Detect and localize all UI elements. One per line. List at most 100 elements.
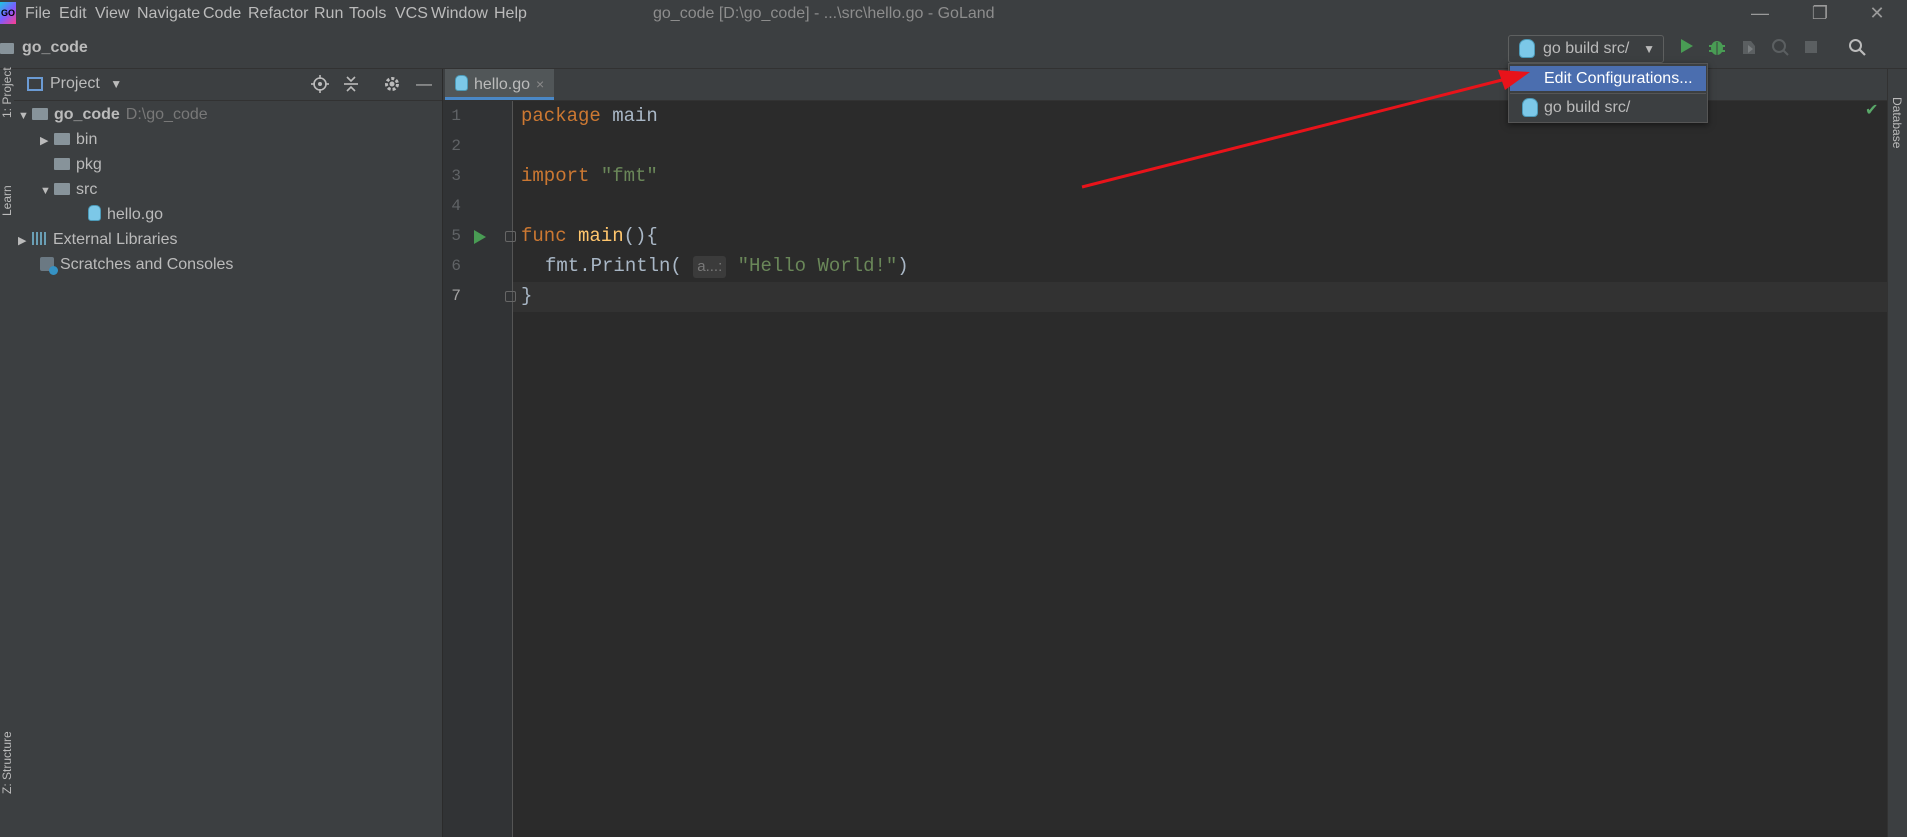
identifier: main xyxy=(600,105,658,127)
tab-learn[interactable]: Learn xyxy=(0,182,14,216)
folder-icon xyxy=(0,43,14,54)
tree-item-label: go_code xyxy=(54,106,120,123)
gear-icon[interactable] xyxy=(383,75,401,98)
chevron-down-icon: ▼ xyxy=(110,77,123,91)
keyword: import xyxy=(521,165,590,187)
close-button[interactable]: ✕ xyxy=(1857,0,1897,28)
project-view-icon xyxy=(27,77,43,91)
minimize-button[interactable]: — xyxy=(1740,0,1780,28)
run-configuration-dropdown: Edit Configurations... go build src/ xyxy=(1508,63,1708,123)
tab-structure[interactable]: Z: Structure xyxy=(0,731,14,794)
collapsed-arrow-icon: ▶ xyxy=(40,135,49,147)
tree-item-label: bin xyxy=(76,131,98,148)
fold-marker-icon[interactable] xyxy=(505,231,516,242)
code-line-7[interactable]: } xyxy=(521,281,532,311)
tree-item-pkg[interactable]: pkg xyxy=(54,152,102,177)
search-icon[interactable] xyxy=(1846,38,1868,60)
code-line-6[interactable]: fmt.Println( a...: "Hello World!") xyxy=(545,251,909,281)
profile-icon[interactable] xyxy=(1769,38,1791,60)
parameter-hint: a...: xyxy=(693,256,727,278)
fold-marker-icon[interactable] xyxy=(505,291,516,302)
tree-item-src[interactable]: ▼ src xyxy=(40,177,97,202)
project-view-selector[interactable]: Project ▼ xyxy=(50,73,122,95)
line-number: 7 xyxy=(451,287,461,305)
line-number: 5 xyxy=(451,227,461,245)
tree-item-label: pkg xyxy=(76,156,102,173)
line-number: 6 xyxy=(451,257,461,275)
menu-run[interactable]: Run xyxy=(314,3,343,25)
stop-icon[interactable] xyxy=(1800,38,1822,60)
run-config-label: go build src/ xyxy=(1543,40,1630,57)
menu-code[interactable]: Code xyxy=(203,3,241,25)
punctuation: } xyxy=(521,285,533,307)
menu-edit[interactable]: Edit xyxy=(59,3,87,25)
library-icon xyxy=(32,232,47,245)
menu-help[interactable]: Help xyxy=(494,3,527,25)
line-number: 4 xyxy=(451,197,461,215)
keyword: func xyxy=(521,225,567,247)
line-number: 2 xyxy=(451,137,461,155)
call-expression: fmt.Println( xyxy=(545,255,682,277)
restore-button[interactable]: ❐ xyxy=(1800,0,1840,28)
tree-item-hello-go[interactable]: hello.go xyxy=(88,202,163,227)
gopher-icon xyxy=(1519,39,1535,58)
go-build-config-item[interactable]: go build src/ xyxy=(1510,95,1706,120)
punctuation: ) xyxy=(897,255,909,277)
tree-item-bin[interactable]: ▶ bin xyxy=(40,127,97,152)
collapse-all-icon[interactable] xyxy=(343,75,359,98)
hide-panel-icon[interactable]: — xyxy=(416,76,432,94)
tree-item-label: External Libraries xyxy=(53,231,178,248)
scratches-icon xyxy=(40,257,58,275)
menu-view[interactable]: View xyxy=(95,3,129,25)
folder-icon xyxy=(54,133,70,145)
folder-icon xyxy=(32,108,48,120)
breadcrumb-project[interactable]: go_code xyxy=(22,37,88,59)
edit-configurations-item[interactable]: Edit Configurations... xyxy=(1510,66,1706,91)
current-line-highlight xyxy=(513,282,1887,312)
tree-item-go-code[interactable]: ▼ go_code D:\go_code xyxy=(18,102,208,127)
tab-project[interactable]: 1: Project xyxy=(0,67,14,118)
line-number: 1 xyxy=(451,107,461,125)
go-file-icon xyxy=(455,75,468,91)
expanded-arrow-icon: ▼ xyxy=(40,185,51,197)
menu-file[interactable]: File xyxy=(25,3,51,25)
dropdown-separator xyxy=(1510,93,1706,94)
code-line-5[interactable]: func main(){ xyxy=(521,221,658,251)
coverage-icon[interactable] xyxy=(1737,38,1759,60)
go-file-icon xyxy=(88,205,101,221)
punctuation: (){ xyxy=(623,225,658,247)
tab-database[interactable]: Database xyxy=(1890,97,1904,148)
folder-icon xyxy=(54,183,70,195)
menu-tools[interactable]: Tools xyxy=(349,3,386,25)
close-tab-icon[interactable]: × xyxy=(536,76,544,92)
tree-item-path: D:\go_code xyxy=(125,106,208,123)
menu-refactor[interactable]: Refactor xyxy=(248,3,308,25)
menu-vcs[interactable]: VCS xyxy=(395,3,428,25)
expanded-arrow-icon: ▼ xyxy=(18,110,29,122)
debug-icon[interactable] xyxy=(1706,38,1728,60)
code-line-1[interactable]: package main xyxy=(521,101,658,131)
tree-item-scratches[interactable]: Scratches and Consoles xyxy=(40,252,233,277)
tree-item-label: Scratches and Consoles xyxy=(60,256,234,273)
run-gutter-icon[interactable] xyxy=(474,230,486,244)
config-item-label: go build src/ xyxy=(1544,99,1631,116)
string-literal: "Hello World!" xyxy=(737,255,898,277)
menu-window[interactable]: Window xyxy=(431,3,488,25)
code-line-3[interactable]: import "fmt" xyxy=(521,161,658,191)
gopher-icon xyxy=(1522,98,1538,117)
keyword: package xyxy=(521,105,601,127)
folder-icon xyxy=(54,158,70,170)
line-number: 3 xyxy=(451,167,461,185)
menu-navigate[interactable]: Navigate xyxy=(137,3,200,25)
tree-item-external-libraries[interactable]: ▶ External Libraries xyxy=(18,227,178,252)
check-icon: ✔ xyxy=(1865,102,1879,119)
tree-item-label: src xyxy=(76,181,98,198)
tree-item-label: hello.go xyxy=(107,206,164,223)
right-tool-strip xyxy=(1887,69,1907,837)
string-literal: "fmt" xyxy=(600,165,658,187)
run-icon[interactable] xyxy=(1675,38,1697,60)
run-configuration-selector[interactable]: go build src/ ▼ xyxy=(1508,35,1664,63)
chevron-down-icon: ▼ xyxy=(1643,42,1655,56)
tab-hello-go[interactable]: hello.go × xyxy=(445,69,555,100)
locate-icon[interactable] xyxy=(311,75,329,98)
